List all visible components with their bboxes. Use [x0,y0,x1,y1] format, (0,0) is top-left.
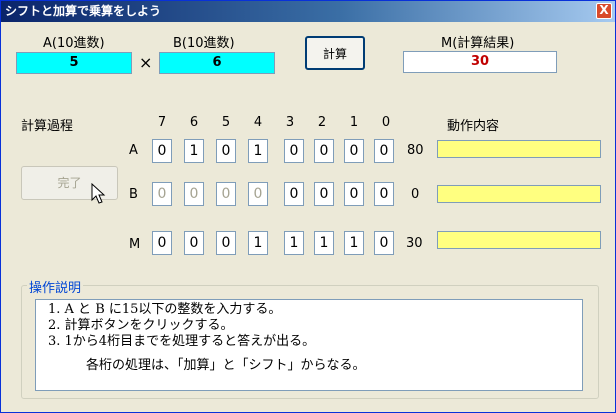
instruction-line-3: 3. 1から4桁目までを処理すると答えが出る。 [48,334,316,349]
title-bar: シフトと加算で乗算をしよう X [1,1,615,22]
b-bit-6: 0 [184,182,204,206]
process-label: 計算過程 [21,119,74,134]
bit-header-7: 7 [157,115,167,130]
m-bit-7: 0 [152,231,172,255]
bit-header-4: 4 [253,115,263,130]
m-bit-2: 1 [314,231,334,255]
bit-header-6: 6 [189,115,199,130]
instructions-text: 1. A と B に15以下の整数を入力する。 2. 計算ボタンをクリックする。… [35,299,583,391]
app-window: シフトと加算で乗算をしよう X A(10進数) 5 × B(10進数) 6 計算… [0,0,616,413]
instruction-line-4: 各桁の処理は、「加算」と「シフト」からなる。 [86,358,366,373]
b-bit-2: 0 [314,182,334,206]
a-bit-7: 0 [152,139,172,163]
b-decimal-label: B(10進数) [173,36,235,51]
row-label-b: B [129,187,138,202]
a-bit-4: 1 [248,139,268,163]
b-decimal: 0 [411,187,420,202]
m-bit-3: 1 [284,231,304,255]
m-bit-0: 0 [374,231,394,255]
b-bit-5: 0 [216,182,236,206]
b-decimal-input[interactable]: 6 [159,52,275,74]
m-result-label: M(計算結果) [441,36,515,51]
instructions-title: 操作説明 [27,277,84,296]
m-bit-5: 0 [216,231,236,255]
mouse-cursor-icon [91,183,106,204]
a-decimal: 80 [407,143,424,158]
bit-header-0: 0 [381,115,391,130]
m-decimal: 30 [406,236,423,251]
a-bit-2: 0 [314,139,334,163]
b-action-field [437,185,601,203]
a-bit-6: 1 [184,139,204,163]
window-title: シフトと加算で乗算をしよう [5,4,162,18]
b-bit-7: 0 [152,182,172,206]
row-label-m: M [129,237,141,252]
row-label-a: A [129,143,138,158]
times-symbol: × [139,53,153,72]
b-bit-0: 0 [374,182,394,206]
m-bit-6: 0 [184,231,204,255]
b-bit-1: 0 [344,182,364,206]
instruction-line-1: 1. A と B に15以下の整数を入力する。 [48,302,282,317]
bit-header-2: 2 [317,115,327,130]
close-button[interactable]: X [596,3,612,19]
a-decimal-input[interactable]: 5 [16,52,132,74]
a-bit-5: 0 [216,139,236,163]
bit-header-5: 5 [221,115,231,130]
a-bit-0: 0 [374,139,394,163]
a-bit-1: 0 [344,139,364,163]
bit-header-3: 3 [285,115,295,130]
m-result-field: 30 [403,51,557,73]
m-bit-1: 1 [344,231,364,255]
m-bit-4: 1 [248,231,268,255]
b-bit-3: 0 [284,182,304,206]
m-action-field [437,231,601,249]
a-decimal-label: A(10進数) [43,36,105,51]
b-bit-4: 0 [248,182,268,206]
a-action-field [437,140,601,158]
bit-header-1: 1 [349,115,359,130]
action-label: 動作内容 [447,119,500,134]
instruction-line-2: 2. 計算ボタンをクリックする。 [48,318,234,333]
a-bit-3: 0 [284,139,304,163]
calculate-button[interactable]: 計算 [305,36,365,70]
